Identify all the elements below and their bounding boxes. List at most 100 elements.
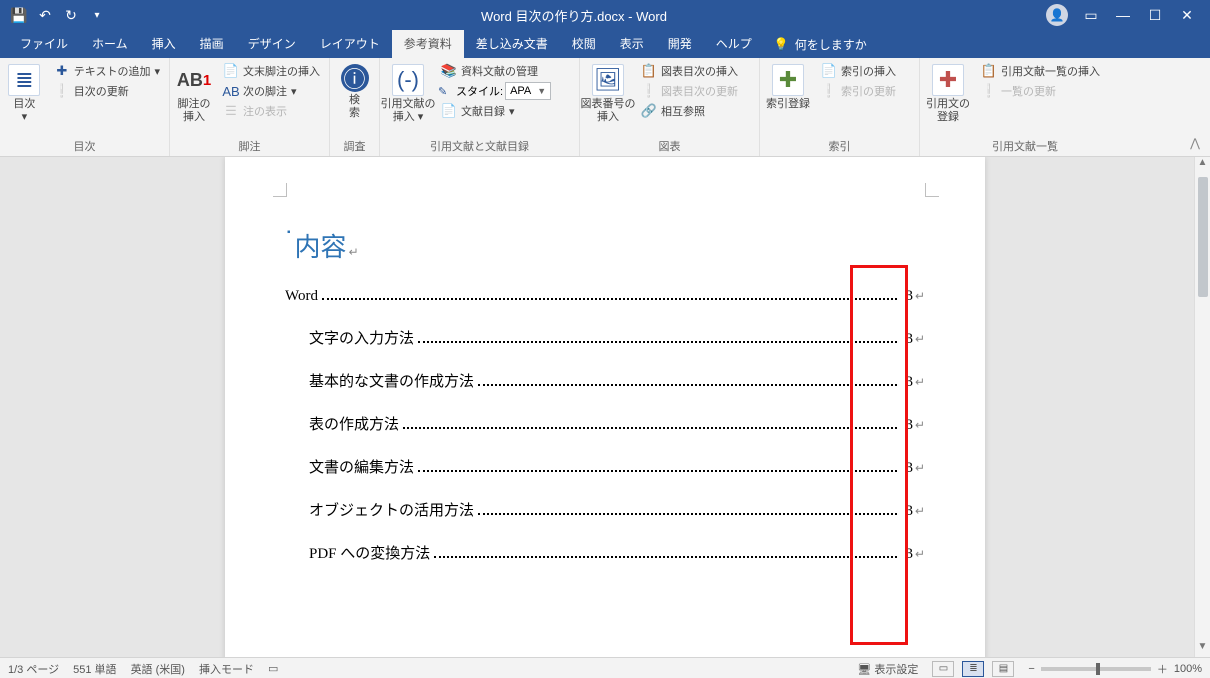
- citation-style-select[interactable]: APA▼: [505, 82, 551, 100]
- toc-entry-page: 3: [901, 374, 913, 391]
- next-footnote-icon: AB: [223, 83, 239, 99]
- web-layout-icon[interactable]: ▤: [992, 661, 1014, 677]
- add-text-icon: ✚: [54, 63, 70, 79]
- tab-insert[interactable]: 挿入: [140, 30, 188, 58]
- manage-sources-icon: 📚: [441, 63, 457, 79]
- search-icon: ⓘ: [341, 64, 369, 92]
- update-index-icon: ❕: [821, 83, 837, 99]
- collapse-ribbon-icon[interactable]: ⋀: [1190, 136, 1200, 150]
- tab-layout[interactable]: レイアウト: [308, 30, 392, 58]
- tab-references[interactable]: 参考資料: [392, 30, 464, 58]
- toc-entry-text: PDF への変換方法: [309, 542, 430, 563]
- toc-entry-page: 3: [901, 460, 913, 477]
- insert-index-button[interactable]: 📄索引の挿入: [818, 62, 899, 80]
- toc-entry[interactable]: 文字の入力方法 3↵: [309, 327, 925, 348]
- tab-help[interactable]: ヘルプ: [704, 30, 764, 58]
- cross-reference-button[interactable]: 🔗相互参照: [638, 102, 741, 120]
- paragraph-mark-icon: ↵: [915, 375, 925, 390]
- scroll-thumb[interactable]: [1198, 177, 1208, 297]
- group-research-label: 調査: [336, 136, 373, 154]
- bulb-icon: 💡: [774, 37, 789, 51]
- toc-button[interactable]: ≣ 目次▾: [6, 62, 43, 123]
- next-footnote-button[interactable]: AB次の脚注 ▾: [220, 82, 323, 100]
- toc-entry-text: 文字の入力方法: [309, 327, 414, 348]
- tab-mailings[interactable]: 差し込み文書: [464, 30, 560, 58]
- paragraph-mark-icon: ↵: [915, 418, 925, 433]
- group-citations-label: 引用文献と文献目録: [386, 136, 573, 154]
- toc-entry-text: 基本的な文書の作成方法: [309, 370, 474, 391]
- group-footnotes-label: 脚注: [176, 136, 323, 154]
- toc-entry[interactable]: PDF への変換方法 3↵: [309, 542, 925, 563]
- toc-entry[interactable]: Word 3↵: [285, 288, 925, 305]
- print-layout-icon[interactable]: ≣: [962, 661, 984, 677]
- toc-leader: [478, 513, 897, 515]
- tab-file[interactable]: ファイル: [8, 30, 80, 58]
- mark-citation-button[interactable]: ✚ 引用文の 登録: [926, 62, 970, 123]
- insert-tof-button[interactable]: 📋図表目次の挿入: [638, 62, 741, 80]
- tab-home[interactable]: ホーム: [80, 30, 140, 58]
- read-mode-icon[interactable]: ▭: [932, 661, 954, 677]
- zoom-in-icon[interactable]: ＋: [1157, 661, 1168, 677]
- update-toc-button[interactable]: ❕目次の更新: [51, 82, 163, 100]
- style-icon: ✎: [438, 85, 454, 98]
- toc-entry-text: 表の作成方法: [309, 413, 399, 434]
- display-settings-button[interactable]: 🖥 表示設定: [857, 661, 918, 677]
- bibliography-button[interactable]: 📄文献目録 ▾: [438, 102, 551, 120]
- toa-icon: 📋: [981, 63, 997, 79]
- update-tof-button: ❕図表目次の更新: [638, 82, 741, 100]
- toc-entry-text: Word: [285, 288, 318, 305]
- status-language[interactable]: 英語 (米国): [131, 661, 185, 677]
- minimize-icon[interactable]: —: [1114, 6, 1132, 24]
- status-insert-mode[interactable]: 挿入モード: [199, 661, 254, 677]
- toc-entry-page: 3: [901, 288, 913, 305]
- manage-sources-button[interactable]: 📚資料文献の管理: [438, 62, 551, 80]
- mark-entry-button[interactable]: ✚ 索引登録: [766, 62, 810, 111]
- toc-entry[interactable]: 表の作成方法 3↵: [309, 413, 925, 434]
- insert-toa-button[interactable]: 📋引用文献一覧の挿入: [978, 62, 1103, 80]
- vertical-scrollbar[interactable]: ▲ ▼: [1194, 157, 1210, 657]
- toc-leader: [403, 427, 897, 429]
- tab-review[interactable]: 校閲: [560, 30, 608, 58]
- document-page[interactable]: 内容↵ Word 3↵文字の入力方法 3↵基本的な文書の作成方法 3↵表の作成方…: [225, 157, 985, 657]
- group-toc-label: 目次: [6, 136, 163, 154]
- zoom-level[interactable]: 100%: [1174, 663, 1202, 675]
- tab-draw[interactable]: 描画: [188, 30, 236, 58]
- update-toa-button: ❕一覧の更新: [978, 82, 1103, 100]
- undo-icon[interactable]: ↶: [36, 6, 54, 24]
- user-avatar-icon[interactable]: 👤: [1046, 4, 1068, 26]
- tab-design[interactable]: デザイン: [236, 30, 308, 58]
- insert-footnote-button[interactable]: AB1 脚注の 挿入: [176, 62, 212, 123]
- insert-endnote-button[interactable]: 📄文末脚注の挿入: [220, 62, 323, 80]
- tof-icon: 📋: [641, 63, 657, 79]
- qat-customize-icon[interactable]: ▾: [88, 6, 106, 24]
- add-text-button[interactable]: ✚テキストの追加 ▾: [51, 62, 163, 80]
- redo-icon[interactable]: ↻: [62, 6, 80, 24]
- status-page[interactable]: 1/3 ページ: [8, 661, 59, 677]
- update-tof-icon: ❕: [641, 83, 657, 99]
- group-captions-label: 図表: [586, 136, 753, 154]
- toc-entry[interactable]: 文書の編集方法 3↵: [309, 456, 925, 477]
- maximize-icon[interactable]: ☐: [1146, 6, 1164, 24]
- tab-view[interactable]: 表示: [608, 30, 656, 58]
- close-icon[interactable]: ✕: [1178, 6, 1196, 24]
- smart-lookup-button[interactable]: ⓘ 検 索: [336, 62, 373, 119]
- toc-entry[interactable]: 基本的な文書の作成方法 3↵: [309, 370, 925, 391]
- tell-me[interactable]: 💡 何をしますか: [774, 36, 867, 53]
- toc-entry[interactable]: オブジェクトの活用方法 3↵: [309, 499, 925, 520]
- status-words[interactable]: 551 単語: [73, 661, 116, 677]
- tab-developer[interactable]: 開発: [656, 30, 704, 58]
- insert-citation-button[interactable]: (-) 引用文献の 挿入 ▾: [386, 62, 430, 123]
- ribbon-options-icon[interactable]: ▭: [1082, 6, 1100, 24]
- zoom-slider[interactable]: [1041, 667, 1151, 671]
- save-icon[interactable]: 💾: [10, 6, 28, 24]
- group-authorities-label: 引用文献一覧: [926, 136, 1124, 154]
- insert-caption-button[interactable]: 🖼 図表番号の 挿入: [586, 62, 630, 123]
- crossref-icon: 🔗: [641, 103, 657, 119]
- scroll-up-icon[interactable]: ▲: [1198, 157, 1208, 173]
- scroll-down-icon[interactable]: ▼: [1198, 641, 1208, 657]
- toc-entry-page: 3: [901, 503, 913, 520]
- macro-record-icon[interactable]: ▭: [268, 662, 278, 675]
- toc-leader: [322, 298, 897, 300]
- toc-leader: [418, 341, 897, 343]
- zoom-out-icon[interactable]: −: [1028, 663, 1034, 675]
